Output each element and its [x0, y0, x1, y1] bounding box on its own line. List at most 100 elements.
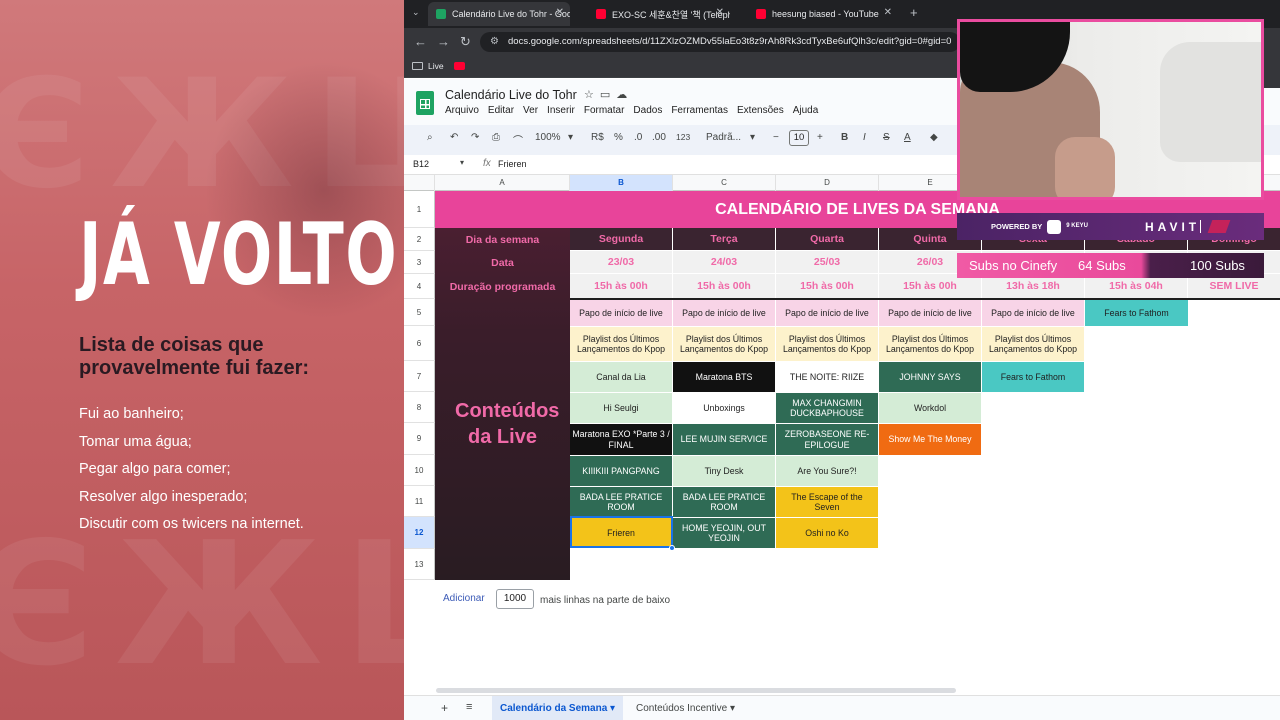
sheet-tab-active[interactable]: Calendário da Semana ▾ [492, 696, 624, 720]
column-header-b[interactable]: B [570, 175, 673, 191]
row-header[interactable]: 6 [404, 326, 435, 361]
schedule-cell[interactable]: LEE MUJIN SERVICE [673, 424, 775, 455]
schedule-cell[interactable]: Fears to Fathom [982, 362, 1084, 392]
date-cell[interactable]: 24/03 [673, 251, 775, 273]
reload-icon[interactable]: ↻ [460, 34, 471, 50]
row-header[interactable]: 12 [404, 517, 435, 549]
increase-decimal-button[interactable]: .00 [652, 132, 666, 143]
row-header[interactable]: 4 [404, 274, 435, 299]
search-menus-icon[interactable]: ⌕ [427, 132, 433, 143]
menu-ver[interactable]: Ver [523, 105, 538, 116]
schedule-cell[interactable]: BADA LEE PRATICE ROOM [673, 487, 775, 517]
chevron-down-icon[interactable]: ▾ [730, 703, 735, 714]
menu-dados[interactable]: Dados [633, 105, 662, 116]
hours-cell[interactable]: 15h às 00h [673, 274, 775, 298]
schedule-cell[interactable]: Canal da Lia [570, 362, 672, 392]
chevron-down-icon[interactable]: ▾ [610, 703, 615, 714]
schedule-cell[interactable]: Oshi no Ko [776, 518, 878, 548]
schedule-cell[interactable]: JOHNNY SAYS [879, 362, 981, 392]
italic-icon[interactable]: I [863, 132, 866, 143]
schedule-cell[interactable]: Frieren [570, 518, 672, 548]
name-box[interactable]: B12 [413, 159, 429, 169]
row-label-weekday[interactable]: Dia da semana [435, 234, 570, 246]
row-header[interactable]: 13 [404, 549, 435, 580]
select-all-corner[interactable] [404, 175, 435, 191]
schedule-cell[interactable]: Fears to Fathom [1085, 300, 1188, 326]
decrease-decimal-button[interactable]: .0 [634, 132, 642, 143]
schedule-cell[interactable]: Papo de início de live [570, 300, 672, 326]
sheet-tab[interactable]: Conteúdos Incentive ▾ [628, 696, 743, 720]
document-title[interactable]: Calendário Live do Tohr [445, 88, 577, 102]
chevron-down-icon[interactable]: ▾ [750, 132, 755, 143]
percent-format-button[interactable]: % [614, 132, 623, 143]
menu-editar[interactable]: Editar [488, 105, 514, 116]
schedule-cell[interactable]: Papo de início de live [879, 300, 981, 326]
column-header-d[interactable]: D [776, 175, 879, 191]
schedule-cell[interactable]: KIIIKIII PANGPANG [570, 456, 672, 486]
cloud-status-icon[interactable]: ☁ [616, 89, 633, 101]
schedule-cell[interactable]: HOME YEOJIN, OUT YEOJIN [673, 518, 775, 548]
all-sheets-icon[interactable]: ≡ [466, 701, 472, 713]
schedule-cell[interactable]: Show Me The Money [879, 424, 981, 455]
row-header[interactable]: 5 [404, 299, 435, 326]
menu-extensoes[interactable]: Extensões [737, 105, 784, 116]
close-tab-icon[interactable]: ✕ [556, 7, 564, 18]
youtube-bookmark-icon[interactable] [454, 62, 465, 70]
horizontal-scrollbar[interactable] [436, 688, 956, 693]
schedule-cell[interactable]: Playlist dos Últimos Lançamentos do Kpop [879, 327, 981, 361]
column-header-c[interactable]: C [673, 175, 776, 191]
formula-input[interactable]: Frieren [498, 159, 527, 169]
move-folder-icon[interactable]: ▭ [600, 89, 616, 101]
back-icon[interactable]: ← [414, 34, 427, 49]
schedule-cell[interactable]: The Escape of the Seven [776, 487, 878, 517]
new-tab-icon[interactable]: + [910, 5, 918, 20]
currency-format-button[interactable]: R$ [591, 132, 604, 143]
content-label[interactable]: Conteúdos da Live [435, 398, 570, 450]
chevron-down-icon[interactable]: ▾ [460, 158, 464, 167]
row-header[interactable]: 1 [404, 191, 435, 228]
schedule-cell[interactable]: BADA LEE PRATICE ROOM [570, 487, 672, 517]
hours-cell[interactable]: 15h às 00h [776, 274, 878, 298]
strikethrough-icon[interactable]: S [883, 132, 890, 143]
schedule-cell[interactable]: Maratona EXO *Parte 3 / FINAL [570, 424, 672, 455]
bookmark-folder-live[interactable]: Live [412, 61, 444, 71]
forward-icon[interactable]: → [437, 34, 450, 49]
schedule-cell[interactable]: Unboxings [673, 393, 775, 423]
schedule-cell[interactable]: Tiny Desk [673, 456, 775, 486]
row-label-duration[interactable]: Duração programada [435, 281, 570, 293]
font-family-select[interactable]: Padrã... [706, 132, 741, 143]
increase-font-size-icon[interactable]: + [817, 132, 823, 143]
site-info-icon[interactable]: ⚙ [490, 32, 499, 52]
schedule-cell[interactable]: THE NOITE: RIIZE [776, 362, 878, 392]
menu-arquivo[interactable]: Arquivo [445, 105, 479, 116]
row-header[interactable]: 11 [404, 486, 435, 517]
schedule-cell[interactable]: Papo de início de live [673, 300, 775, 326]
browser-tab-youtube-heesung[interactable]: heesung biased - YouTube ✕ [748, 2, 898, 26]
column-header-a[interactable]: A [435, 175, 570, 191]
row-header[interactable]: 3 [404, 251, 435, 274]
schedule-cell[interactable]: Playlist dos Últimos Lançamentos do Kpop [673, 327, 775, 361]
menu-ferramentas[interactable]: Ferramentas [671, 105, 728, 116]
date-cell[interactable]: 25/03 [776, 251, 878, 273]
zoom-select[interactable]: 100% [535, 132, 561, 143]
date-cell[interactable]: 23/03 [570, 251, 672, 273]
schedule-cell[interactable]: Hi Seulgi [570, 393, 672, 423]
close-tab-icon[interactable]: ✕ [884, 7, 892, 18]
row-header[interactable]: 7 [404, 361, 435, 392]
schedule-cell[interactable]: Playlist dos Últimos Lançamentos do Kpop [776, 327, 878, 361]
text-color-icon[interactable]: A [904, 132, 911, 143]
schedule-cell[interactable]: MAX CHANGMIN DUCKBAPHOUSE [776, 393, 878, 423]
decrease-font-size-icon[interactable]: − [773, 132, 779, 143]
schedule-cell[interactable]: Are You Sure?! [776, 456, 878, 486]
fill-color-icon[interactable]: ◆ [930, 132, 938, 143]
menu-ajuda[interactable]: Ajuda [793, 105, 819, 116]
day-name-cell[interactable]: Segunda [570, 228, 672, 250]
day-name-cell[interactable]: Quarta [776, 228, 878, 250]
star-icon[interactable]: ☆ [584, 89, 600, 101]
schedule-cell[interactable]: Maratona BTS [673, 362, 775, 392]
url-input[interactable]: ⚙ docs.google.com/spreadsheets/d/11ZXlzO… [480, 32, 960, 52]
schedule-cell[interactable]: Playlist dos Últimos Lançamentos do Kpop [570, 327, 672, 361]
schedule-cell[interactable]: Workdol [879, 393, 981, 423]
hours-cell[interactable]: 15h às 00h [570, 274, 672, 298]
tab-search-icon[interactable]: ⌄ [412, 7, 420, 18]
